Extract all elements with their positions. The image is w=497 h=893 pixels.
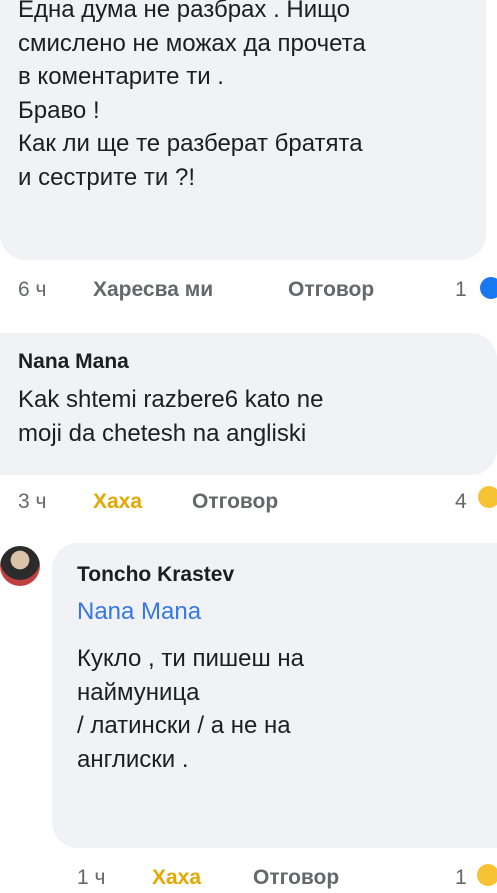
haha-icon (477, 864, 497, 886)
comment-thread: Една дума не разбрах . Нищо смислено не … (0, 0, 497, 893)
comment-text: Кукло , ти пишеш на наймуница / латински… (77, 645, 304, 773)
reply-button[interactable]: Отговор (192, 490, 278, 514)
haha-reaction-button[interactable]: Хаха (93, 490, 142, 514)
reaction-count[interactable]: 1 (455, 866, 467, 890)
reaction-count[interactable]: 4 (455, 490, 467, 514)
like-icon (480, 277, 497, 299)
comment-timestamp: 6 ч (18, 278, 47, 301)
reply-button[interactable]: Отговор (253, 866, 339, 890)
comment-text: Една дума не разбрах . Нищо смислено не … (18, 0, 366, 191)
reaction-count[interactable]: 1 (455, 278, 467, 302)
comment-timestamp: 3 ч (18, 490, 47, 513)
comment-timestamp: 1 ч (77, 866, 106, 889)
reply-button[interactable]: Отговор (288, 278, 374, 302)
haha-reaction-button[interactable]: Хаха (152, 866, 201, 890)
comment-text: Kak shtemi razbere6 kato ne moji da chet… (18, 386, 324, 447)
mention-link[interactable]: Nana Mana (77, 598, 201, 626)
comment-author[interactable]: Nana Mana (18, 350, 129, 374)
comment-author[interactable]: Toncho Krastev (77, 563, 234, 587)
haha-icon (478, 486, 497, 508)
like-button[interactable]: Харесва ми (93, 278, 213, 302)
avatar[interactable] (0, 546, 40, 586)
